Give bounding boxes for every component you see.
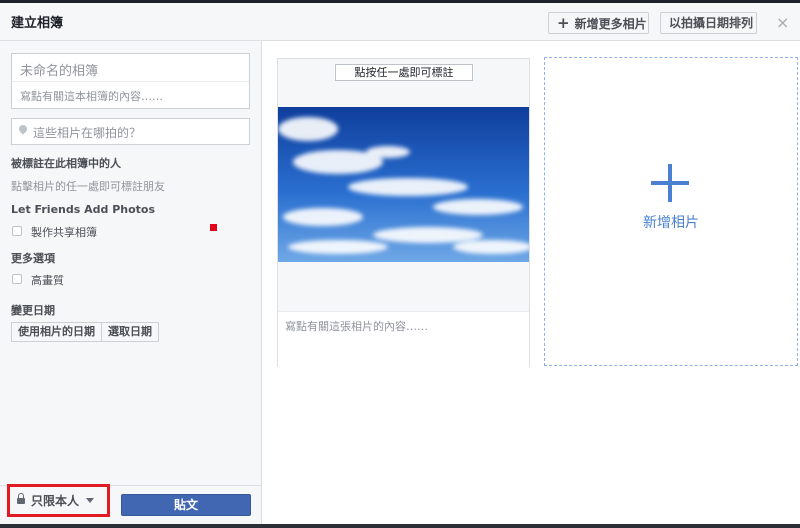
post-button[interactable]: 貼文 [121,494,251,516]
album-description-input[interactable]: 寫點有關這本相簿的內容…… [20,88,163,104]
add-photo-label: 新增相片 [643,215,699,231]
photo-card: 點按任一處即可標註 寫點有關這張相片的內容…… [277,58,530,367]
plus-icon: + [557,14,570,32]
tagged-people-hint: 點擊相片的任一處即可標註朋友 [11,180,165,193]
privacy-selector[interactable]: 只限本人 [7,484,110,517]
dialog-header: 建立相簿 + 新增更多相片 以拍攝日期排列 × [0,3,800,41]
tag-hint: 點按任一處即可標註 [335,64,473,81]
caption-placeholder: 寫點有關這張相片的內容…… [285,320,428,333]
high-quality-label: 高畫質 [31,274,64,287]
close-icon[interactable]: × [776,13,789,32]
window-bottom-bar [0,524,800,528]
divider [12,81,249,82]
date-options: 使用相片的日期 選取日期 [11,322,159,342]
lock-icon [17,493,25,504]
pick-date-button[interactable]: 選取日期 [102,322,159,342]
shared-album-label: 製作共享相簿 [31,226,97,239]
sky-photo [278,107,529,262]
add-photo-dropzone[interactable]: 新增相片 [544,57,798,366]
chevron-down-icon [86,498,94,503]
photo-caption-input[interactable]: 寫點有關這張相片的內容…… [278,311,529,367]
red-marker [210,224,217,231]
friends-add-photos-heading: Let Friends Add Photos [11,203,156,216]
location-placeholder: 這些相片在哪拍的？ [33,126,142,140]
shared-album-checkbox[interactable] [12,226,22,236]
plus-icon-bar [651,181,689,185]
location-pin-icon [17,123,29,135]
sort-by-date-button[interactable]: 以拍攝日期排列 [660,12,757,34]
album-name-input[interactable]: 未命名的相簿 [20,60,98,79]
dialog-title: 建立相簿 [11,16,64,31]
album-sidebar: 未命名的相簿 寫點有關這本相簿的內容…… 這些相片在哪拍的？ 被標註在此相簿中的… [0,41,262,524]
more-options-heading: 更多選項 [11,252,55,265]
location-input[interactable]: 這些相片在哪拍的？ [11,118,250,145]
high-quality-checkbox[interactable] [12,274,22,284]
add-more-photos-label: 新增更多相片 [574,17,647,31]
uploaded-photo[interactable] [278,107,529,262]
change-date-heading: 變更日期 [11,304,55,317]
album-info-box: 未命名的相簿 寫點有關這本相簿的內容…… [11,53,250,109]
add-more-photos-button[interactable]: + 新增更多相片 [548,12,649,34]
tagged-people-heading: 被標註在此相簿中的人 [11,157,121,170]
use-photo-date-button[interactable]: 使用相片的日期 [11,322,102,342]
privacy-label: 只限本人 [31,494,80,508]
